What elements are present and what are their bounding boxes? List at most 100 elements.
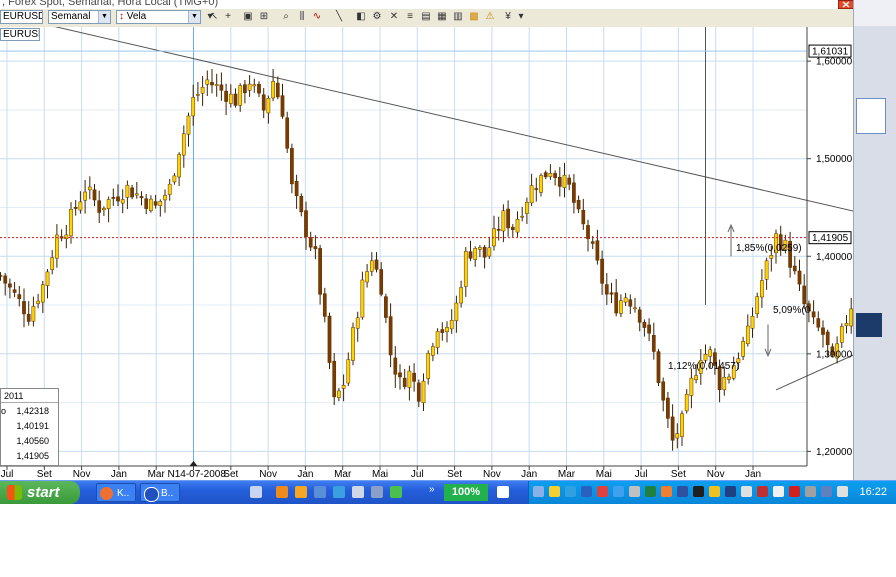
tray-icon[interactable] — [597, 486, 608, 497]
x-tick-label: Set — [447, 469, 462, 479]
tray-icon[interactable] — [773, 486, 784, 497]
candle-bear — [97, 200, 102, 213]
tray-icon[interactable] — [805, 486, 816, 497]
x-tick-label: Set — [671, 469, 686, 479]
chart-icon[interactable]: ▩ — [468, 11, 480, 23]
candle-bear — [224, 90, 228, 102]
program-icon[interactable] — [352, 486, 364, 498]
tray-icon[interactable] — [549, 486, 560, 497]
chevron-down-icon[interactable]: ▼ — [98, 11, 110, 23]
tray-icon[interactable] — [757, 486, 768, 497]
candlestick-chart[interactable]: 1,419051,610311,85%(0,0259)5,09%(01,12%(… — [0, 27, 853, 479]
x-tick-label: Set — [37, 469, 52, 479]
tray-icon[interactable] — [661, 486, 672, 497]
taskbar-item-2[interactable]: B.. — [140, 483, 180, 502]
tray-icon[interactable] — [741, 486, 752, 497]
x-tick-label: Nov — [483, 469, 501, 479]
x-tick-label: Jul — [635, 469, 648, 479]
candle-bull — [539, 175, 543, 193]
trendline-icon[interactable]: ╲ — [333, 11, 345, 23]
taskbar-item-1[interactable]: K.. — [96, 483, 136, 502]
candle-bull — [40, 284, 45, 303]
tray-icon[interactable] — [645, 486, 656, 497]
candle-bull — [764, 260, 769, 280]
candle-bear — [412, 372, 416, 382]
system-tray: 16:22 — [528, 481, 896, 504]
settings-icon[interactable]: ⚙ — [371, 11, 383, 23]
y-tick-label: 1,40000 — [816, 252, 853, 263]
plug-icon[interactable] — [497, 486, 509, 498]
network-icon[interactable] — [314, 486, 326, 498]
tray-icon[interactable] — [581, 486, 592, 497]
clock: 16:22 — [859, 486, 887, 498]
template-icon[interactable]: ▥ — [452, 11, 464, 23]
indicator-icon[interactable]: ∿ — [311, 11, 323, 23]
tray-icon[interactable] — [533, 486, 544, 497]
candle-bear — [299, 196, 304, 213]
grid-icon[interactable]: ⊞ — [258, 11, 270, 23]
more-icon[interactable]: ▾ — [515, 11, 527, 23]
ie-icon[interactable] — [333, 486, 345, 498]
candle-bull — [186, 115, 191, 135]
candle-bear — [12, 289, 17, 293]
candle-bull — [360, 279, 365, 318]
window-title: , Forex Spot, Semanal, Hora Local (TMG+0… — [2, 0, 219, 8]
eraser-icon[interactable]: ◧ — [355, 11, 367, 23]
side-panel-tab[interactable] — [856, 313, 882, 337]
tray-icon[interactable] — [565, 486, 576, 497]
candle-bull — [703, 354, 708, 361]
alert-icon[interactable]: ⚠ — [484, 11, 496, 23]
tray-icon[interactable] — [725, 486, 736, 497]
candle-bull — [120, 199, 125, 204]
tray-icon[interactable] — [789, 486, 800, 497]
volume-icon[interactable] — [837, 486, 848, 497]
candle-bear — [327, 315, 332, 363]
firefox-icon[interactable] — [295, 486, 307, 498]
candle-bull — [501, 210, 506, 232]
taskbar-item-label: K.. — [117, 488, 130, 499]
chart-type-combo[interactable]: ↕ Vela ▼ — [116, 10, 201, 24]
candle-bear — [219, 84, 224, 91]
period-combo[interactable]: Semanal ▼ — [48, 10, 111, 24]
tool-icon[interactable]: ✕ — [388, 11, 400, 23]
tray-icon[interactable] — [677, 486, 688, 497]
close-icon[interactable] — [838, 0, 853, 9]
candle-bull — [102, 208, 106, 211]
candle-bull — [421, 380, 426, 404]
candle-bull — [694, 375, 698, 380]
tray-icon[interactable] — [821, 486, 832, 497]
expand-icon[interactable]: » — [429, 484, 435, 495]
chevron-down-icon[interactable]: ▼ — [188, 11, 200, 23]
crosshair-icon[interactable]: + — [222, 11, 234, 23]
box-icon[interactable]: ▤ — [420, 11, 432, 23]
symbol-combo[interactable]: EURUSD — [0, 10, 43, 24]
scroll-arrows-icon[interactable] — [250, 486, 262, 498]
data-window-icon[interactable]: ▣ — [242, 11, 254, 23]
side-panel-button[interactable] — [856, 98, 886, 134]
start-button[interactable]: start — [0, 481, 80, 504]
zoom-icon[interactable]: ⌕ — [280, 11, 292, 23]
candle-bull — [149, 198, 153, 212]
currency-icon[interactable]: ¥ — [502, 11, 514, 23]
program-icon[interactable] — [390, 486, 402, 498]
firefox-icon[interactable] — [276, 486, 288, 498]
tray-icon[interactable] — [693, 486, 704, 497]
x-tick-label: N14-07-2008 — [168, 469, 227, 479]
tray-icon[interactable] — [629, 486, 640, 497]
fibonacci-icon[interactable]: ≡ — [404, 11, 416, 23]
candle-bull — [760, 280, 764, 298]
instrument-badge[interactable]: EURUSD — [0, 28, 40, 41]
candle-bear — [116, 196, 120, 202]
tray-icon[interactable] — [613, 486, 624, 497]
zoom-indicator[interactable]: 100% — [444, 484, 488, 501]
candle-bear — [572, 182, 576, 203]
calendar-icon[interactable]: ▦ — [436, 11, 448, 23]
x-tick-label: Jan — [297, 469, 313, 479]
program-icon[interactable] — [371, 486, 383, 498]
x-tick-label: Nov — [707, 469, 725, 479]
bars-icon[interactable]: ⫼ — [296, 11, 308, 23]
tray-icon[interactable] — [709, 486, 720, 497]
candle-bull — [487, 247, 492, 257]
cursor-icon[interactable]: ↖ — [208, 11, 220, 23]
candle-bull — [619, 300, 623, 314]
